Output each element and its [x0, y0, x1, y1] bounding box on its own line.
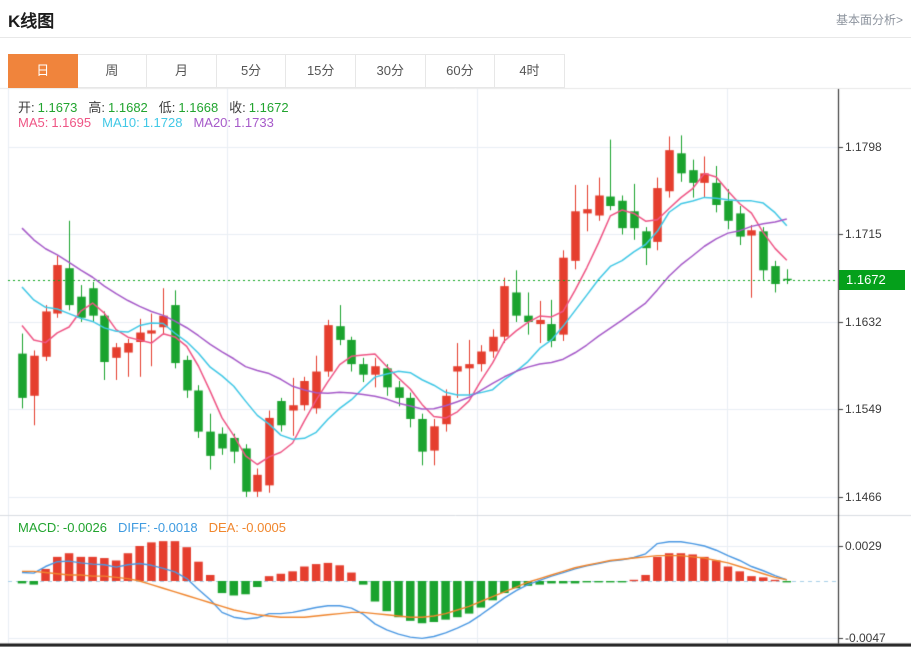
legend-item: 开: 1.1673	[18, 100, 77, 115]
legend-item: MA10: 1.1728	[102, 115, 182, 130]
current-price-badge: 1.1672	[839, 270, 905, 290]
current-price-value: 1.1672	[846, 272, 886, 287]
legend-label: MACD:	[18, 520, 60, 535]
legend-label: DIFF:	[117, 520, 151, 535]
page-title: K线图	[8, 12, 55, 31]
legend-value: 1.1733	[234, 115, 274, 130]
price-tick-label: 1.1466	[845, 489, 882, 504]
legend-value: 1.1682	[108, 100, 148, 115]
legend-value: 1.1672	[248, 100, 289, 115]
tab-5分[interactable]: 5分	[216, 54, 287, 88]
tab-周[interactable]: 周	[77, 54, 148, 88]
legend-value: -0.0026	[62, 520, 107, 535]
tab-日[interactable]: 日	[8, 54, 78, 88]
tab-30分[interactable]: 30分	[355, 54, 426, 88]
legend-value: 1.1695	[51, 115, 92, 130]
legend-label: 收:	[229, 100, 246, 115]
ma-legend: MA5: 1.1695 MA10: 1.1728 MA20: 1.1733	[18, 115, 285, 130]
macd-legend: MACD: -0.0026 DIFF: -0.0018 DEA: -0.0005	[18, 520, 297, 535]
legend-item: 收: 1.1672	[229, 100, 288, 115]
legend-label: MA10:	[102, 115, 140, 130]
kline-page: K线图 基本面分析> 日周月 5分 15分 30分 60分 4时 开: 1.1673 高: 1.…	[0, 0, 911, 647]
legend-label: 低:	[158, 100, 176, 115]
legend-label: DEA:	[208, 520, 239, 535]
legend-value: -0.0005	[241, 520, 287, 535]
price-tick-label: 1.1798	[845, 140, 882, 154]
tab-15分[interactable]: 15分	[286, 54, 356, 88]
legend-label: 开:	[18, 100, 35, 115]
ohlc-legend: 开: 1.1673 高: 1.1682 低: 1.1668 收: 1.1672	[18, 97, 300, 116]
legend-value: 1.1668	[178, 100, 219, 115]
legend-label: 高:	[88, 100, 106, 115]
tab-4时[interactable]: 4时	[495, 54, 565, 88]
legend-value: -0.0018	[153, 520, 198, 535]
legend-item: DIFF: -0.0018	[118, 520, 198, 535]
macd-tick-label: -0.0047	[845, 630, 886, 645]
legend-label: MA20:	[193, 115, 232, 130]
legend-item: MA5: 1.1695	[18, 115, 91, 130]
fundamental-analysis-link[interactable]: 基本面分析>	[836, 11, 903, 28]
header: K线图 基本面分析>	[0, 0, 911, 38]
legend-item: MACD: -0.0026	[18, 520, 107, 535]
legend-label: MA5:	[18, 115, 49, 130]
legend-value: 1.1728	[142, 115, 183, 130]
tab-60分[interactable]: 60分	[425, 54, 496, 88]
macd-tick-label: 0.0029	[845, 538, 882, 553]
tab-月[interactable]: 月	[147, 54, 217, 88]
legend-item: MA20: 1.1733	[193, 115, 273, 130]
price-tick-label: 1.1549	[845, 402, 882, 417]
legend-item: DEA: -0.0005	[209, 520, 286, 535]
interval-tab-bar: 日周月 5分 15分 30分 60分 4时	[8, 54, 565, 88]
price-tick-label: 1.1715	[845, 227, 882, 242]
legend-item: 高: 1.1682	[88, 100, 147, 115]
legend-value: 1.1673	[37, 100, 78, 115]
legend-item: 低: 1.1668	[159, 100, 218, 115]
price-tick-label: 1.1632	[845, 314, 882, 329]
